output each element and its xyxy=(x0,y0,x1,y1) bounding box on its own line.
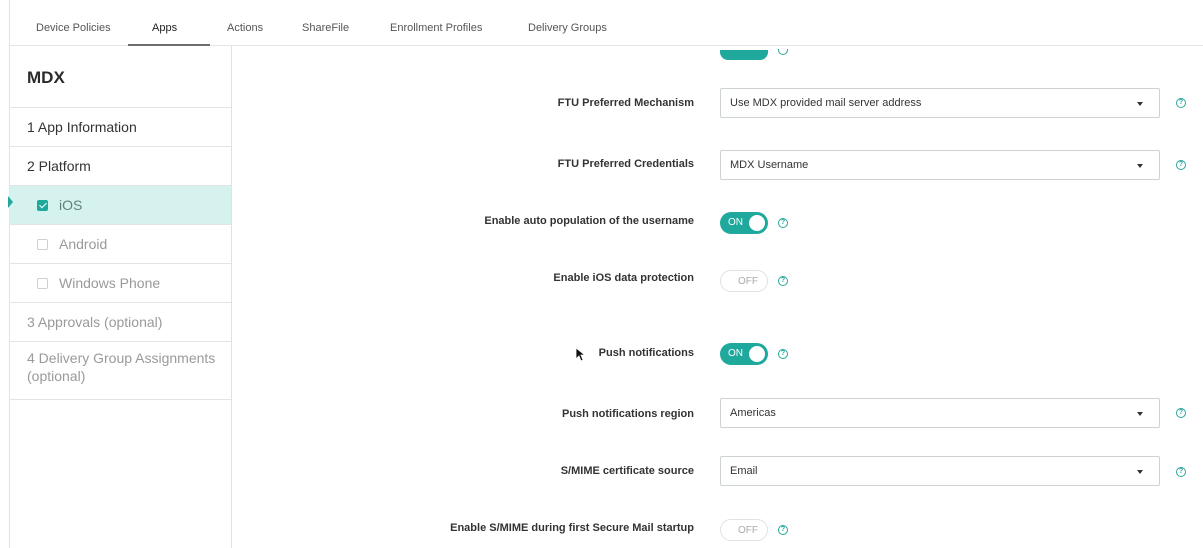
select-value: Americas xyxy=(730,407,776,419)
sidebar-title: MDX xyxy=(27,68,65,87)
select-value: Email xyxy=(730,465,758,477)
ftu-credentials-select[interactable]: MDX Username xyxy=(720,150,1160,180)
auto-population-toggle[interactable]: ON xyxy=(720,212,768,234)
toggle-state: ON xyxy=(728,217,743,228)
chevron-down-icon xyxy=(1137,470,1143,474)
sidebar-item-platform[interactable]: 2 Platform xyxy=(10,146,231,185)
mouse-pointer-icon xyxy=(576,348,586,362)
sidebar-item-label: iOS xyxy=(59,197,83,213)
checkbox-unchecked-icon[interactable] xyxy=(37,277,48,289)
push-region-select[interactable]: Americas xyxy=(720,398,1160,428)
tab-enrollment-profiles[interactable]: Enrollment Profiles xyxy=(390,22,482,34)
toggle-state: ON xyxy=(728,348,743,359)
help-icon[interactable]: ? xyxy=(778,276,788,286)
help-icon[interactable]: ? xyxy=(1176,160,1186,170)
auto-population-label: Enable auto population of the username xyxy=(484,215,694,227)
ftu-credentials-label: FTU Preferred Credentials xyxy=(557,158,694,170)
smime-source-label: S/MIME certificate source xyxy=(560,465,694,477)
help-icon-partial[interactable] xyxy=(778,49,788,55)
help-icon[interactable]: ? xyxy=(778,349,788,359)
smime-source-select[interactable]: Email xyxy=(720,456,1160,486)
toggle-state: OFF xyxy=(738,525,758,536)
smime-first-startup-toggle[interactable]: OFF xyxy=(720,519,768,541)
checkbox-checked-icon[interactable] xyxy=(37,199,48,211)
toggle-partial[interactable] xyxy=(720,50,768,60)
chevron-down-icon xyxy=(1137,412,1143,416)
sidebar-item-label: 1 App Information xyxy=(27,119,137,135)
help-icon[interactable]: ? xyxy=(1176,98,1186,108)
tab-device-policies[interactable]: Device Policies xyxy=(36,22,111,34)
ftu-mechanism-select[interactable]: Use MDX provided mail server address xyxy=(720,88,1160,118)
tab-sharefile[interactable]: ShareFile xyxy=(302,22,349,34)
help-icon[interactable]: ? xyxy=(1176,467,1186,477)
sidebar-item-android[interactable]: Android xyxy=(10,224,231,263)
sidebar-item-windows-phone[interactable]: Windows Phone xyxy=(10,263,231,302)
ios-data-protection-label: Enable iOS data protection xyxy=(553,272,694,284)
sidebar-item-label: 3 Approvals (optional) xyxy=(27,314,163,330)
help-icon[interactable]: ? xyxy=(778,218,788,228)
sidebar-item-label: 4 Delivery Group Assignments (optional) xyxy=(27,350,216,384)
tab-delivery-groups[interactable]: Delivery Groups xyxy=(528,22,607,34)
sidebar-item-label: Windows Phone xyxy=(59,275,161,291)
sidebar-item-approvals[interactable]: 3 Approvals (optional) xyxy=(10,302,231,341)
toggle-knob xyxy=(749,346,765,362)
ftu-mechanism-label: FTU Preferred Mechanism xyxy=(557,97,694,109)
checkbox-unchecked-icon[interactable] xyxy=(37,238,48,250)
sidebar: MDX 1 App Information 2 Platform iOS And… xyxy=(10,46,232,548)
push-region-label: Push notifications region xyxy=(561,408,694,420)
help-icon[interactable]: ? xyxy=(1176,408,1186,418)
tab-apps[interactable]: Apps xyxy=(152,22,177,34)
select-value: MDX Username xyxy=(730,159,809,171)
tab-actions[interactable]: Actions xyxy=(227,22,263,34)
select-value: Use MDX provided mail server address xyxy=(730,97,922,109)
sidebar-item-ios[interactable]: iOS xyxy=(10,185,231,224)
sidebar-item-delivery-group-assignments[interactable]: 4 Delivery Group Assignments (optional) xyxy=(10,341,231,400)
push-notifications-toggle[interactable]: ON xyxy=(720,343,768,365)
smime-first-startup-label: Enable S/MIME during first Secure Mail s… xyxy=(450,522,694,534)
chevron-down-icon xyxy=(1137,102,1143,106)
ios-data-protection-toggle[interactable]: OFF xyxy=(720,270,768,292)
top-tab-bar: Device Policies Apps Actions ShareFile E… xyxy=(10,0,1203,46)
help-icon[interactable]: ? xyxy=(778,525,788,535)
sidebar-item-label: 2 Platform xyxy=(27,158,91,174)
toggle-state: OFF xyxy=(738,276,758,287)
selected-step-marker-icon xyxy=(8,196,13,208)
sidebar-item-label: Android xyxy=(59,236,108,252)
sidebar-item-app-information[interactable]: 1 App Information xyxy=(10,107,231,146)
push-notifications-label: Push notifications xyxy=(598,347,694,359)
toggle-knob xyxy=(749,215,765,231)
app-frame: Device Policies Apps Actions ShareFile E… xyxy=(8,0,1203,548)
chevron-down-icon xyxy=(1137,164,1143,168)
